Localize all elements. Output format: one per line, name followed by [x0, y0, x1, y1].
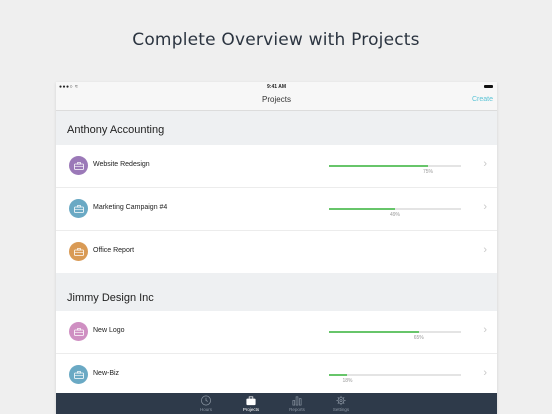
progress-percent: 49% — [389, 212, 401, 218]
client-header: Anthony Accounting — [67, 124, 165, 136]
tab-label: Settings — [332, 407, 350, 412]
progress-fill — [329, 374, 348, 376]
chevron-right-icon: › — [483, 367, 487, 379]
app-window: ●●●○ ≈ 9:41 AM Projects Create Anthony A… — [56, 82, 497, 414]
briefcase-icon — [246, 396, 256, 406]
tab-bar: Hours Projects Reports Settings — [56, 393, 497, 414]
project-name: Office Report — [93, 247, 135, 254]
client-header: Jimmy Design Inc — [67, 292, 154, 304]
project-row[interactable]: New Logo 65% › — [56, 311, 497, 354]
project-list: New Logo 65% › New-Biz 18% › — [56, 311, 497, 396]
progress-fill — [329, 331, 419, 333]
status-time: 9:41 AM — [267, 84, 286, 90]
page-title: Projects — [262, 95, 291, 104]
briefcase-icon — [69, 322, 88, 341]
tab-reports[interactable]: Reports — [277, 393, 317, 414]
project-row[interactable]: New-Biz 18% › — [56, 354, 497, 396]
progress-percent: 18% — [342, 378, 353, 384]
project-list: Website Redesign 75% › Marketing Campaig… — [56, 145, 497, 273]
progress-bar — [329, 331, 461, 333]
progress-fill — [329, 208, 395, 210]
project-name: New Logo — [93, 327, 125, 334]
tab-hours[interactable]: Hours — [186, 393, 226, 414]
project-row[interactable]: Marketing Campaign #4 49% › — [56, 188, 497, 231]
tab-settings[interactable]: Settings — [321, 393, 361, 414]
progress-bar — [329, 208, 461, 210]
tab-label: Hours — [199, 407, 212, 412]
tab-projects[interactable]: Projects — [231, 393, 271, 414]
project-row[interactable]: Office Report › — [56, 231, 497, 273]
progress-percent: 65% — [413, 335, 424, 341]
progress-bar — [329, 374, 461, 376]
tab-label: Projects — [242, 407, 260, 412]
briefcase-icon — [69, 199, 88, 218]
chevron-right-icon: › — [483, 324, 487, 336]
briefcase-icon — [69, 242, 88, 261]
tab-label: Reports — [289, 407, 305, 412]
project-name: New-Biz — [93, 370, 120, 377]
progress-fill — [329, 165, 428, 167]
chevron-right-icon: › — [483, 201, 487, 213]
gear-icon — [336, 395, 346, 406]
project-row[interactable]: Website Redesign 75% › — [56, 145, 497, 188]
bar-chart-icon — [292, 396, 302, 406]
nav-bar: Projects Create — [56, 92, 497, 111]
progress-bar — [329, 165, 461, 167]
create-button[interactable]: Create — [472, 96, 493, 103]
chevron-right-icon: › — [483, 244, 487, 256]
briefcase-icon — [69, 156, 88, 175]
chevron-right-icon: › — [483, 158, 487, 170]
status-bar: ●●●○ ≈ 9:41 AM — [56, 82, 497, 92]
headline: Complete Overview with Projects — [132, 30, 420, 50]
battery-icon — [484, 85, 493, 88]
project-name: Website Redesign — [93, 161, 150, 168]
project-name: Marketing Campaign #4 — [93, 204, 168, 211]
progress-percent: 75% — [422, 169, 434, 175]
briefcase-icon — [69, 365, 88, 384]
clock-icon — [201, 395, 211, 406]
